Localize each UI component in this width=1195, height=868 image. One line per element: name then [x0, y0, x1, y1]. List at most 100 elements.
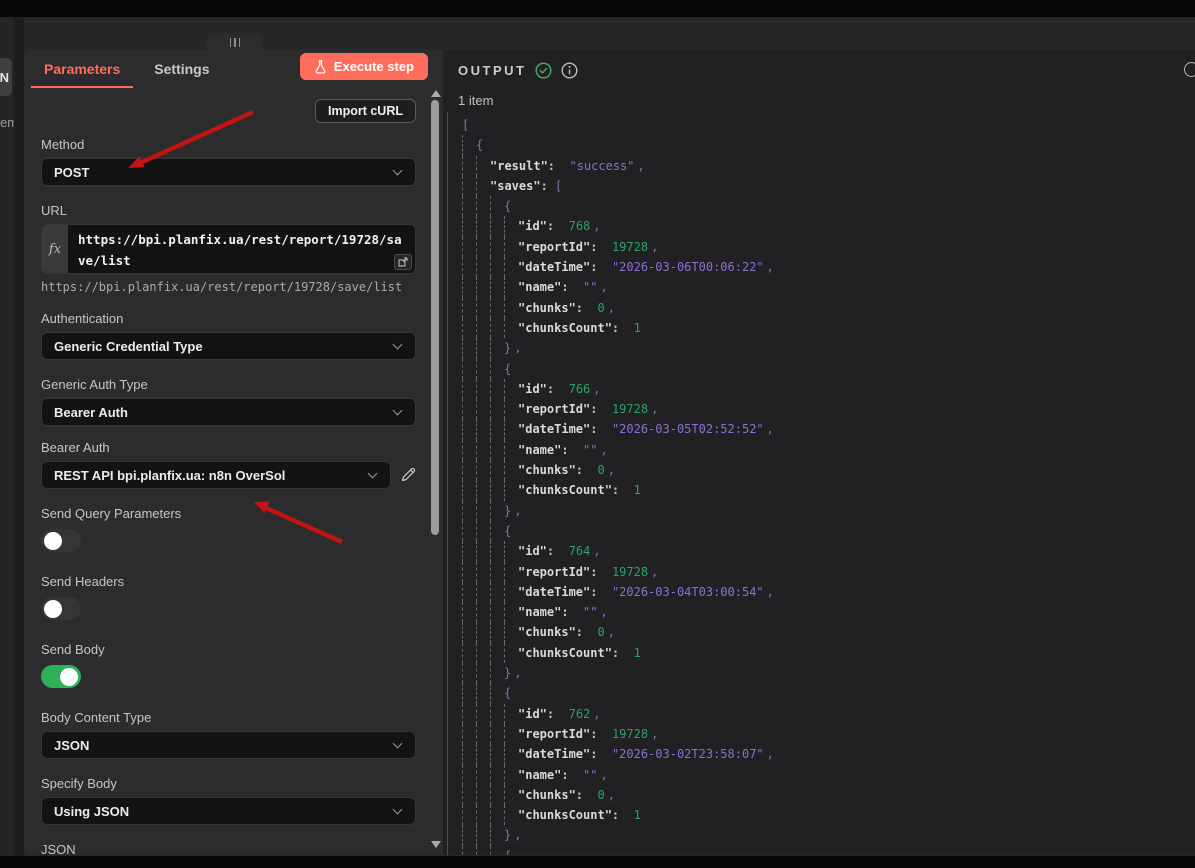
- send-body-toggle[interactable]: [41, 665, 81, 688]
- json-line: {: [462, 359, 1195, 379]
- json-line: "saves": [: [462, 176, 1195, 196]
- json-line: "id": 764,: [462, 541, 1195, 561]
- output-items-count: 1 item: [458, 93, 493, 108]
- json-line: {: [462, 683, 1195, 703]
- json-line: "dateTime": "2026-03-06T00:06:22",: [462, 257, 1195, 277]
- json-line: },: [462, 663, 1195, 683]
- expand-icon: [398, 257, 408, 267]
- info-icon[interactable]: [561, 62, 578, 79]
- send-query-parameters-field: Send Query Parameters: [41, 506, 416, 552]
- json-body-field: JSON: [41, 842, 416, 855]
- json-line: "name": "",: [462, 765, 1195, 785]
- execute-step-button[interactable]: Execute step: [300, 53, 428, 80]
- json-line: },: [462, 338, 1195, 358]
- url-resolved-hint: https://bpi.planfix.ua/rest/report/19728…: [41, 280, 416, 294]
- json-line: "dateTime": "2026-03-02T23:58:07",: [462, 744, 1195, 764]
- specify-body-value: Using JSON: [54, 804, 129, 819]
- specify-body-field: Specify Body Using JSON: [41, 776, 416, 825]
- json-line: "reportId": 19728,: [462, 562, 1195, 582]
- import-curl-button[interactable]: Import cURL: [315, 99, 416, 123]
- url-field: URL fx https://bpi.planfix.ua/rest/repor…: [41, 203, 416, 294]
- node-detail-view: Parameters Settings Execute step Import …: [24, 50, 1195, 855]
- body-content-type-select[interactable]: JSON: [41, 731, 416, 759]
- bearer-auth-value: REST API bpi.planfix.ua: n8n OverSol: [54, 468, 285, 483]
- json-line: "chunksCount": 1: [462, 805, 1195, 825]
- expression-fx-icon[interactable]: fx: [42, 225, 68, 273]
- panel-gap: [14, 17, 24, 856]
- json-line: },: [462, 501, 1195, 521]
- clipped-edge-icon: [1184, 62, 1195, 77]
- expand-editor-button[interactable]: [394, 254, 412, 270]
- input-json-tab-fragment[interactable]: N: [0, 58, 12, 96]
- send-query-parameters-label: Send Query Parameters: [41, 506, 416, 521]
- window-bottom-bar: [0, 856, 1195, 868]
- success-check-icon: [535, 62, 552, 79]
- flask-icon: [314, 60, 327, 74]
- body-content-type-value: JSON: [54, 738, 89, 753]
- method-value: POST: [54, 165, 89, 180]
- json-line: "chunks": 0,: [462, 460, 1195, 480]
- body-content-type-field: Body Content Type JSON: [41, 710, 416, 759]
- scrollbar-thumb[interactable]: [431, 100, 439, 535]
- send-headers-label: Send Headers: [41, 574, 416, 589]
- send-headers-field: Send Headers: [41, 574, 416, 620]
- json-line: "dateTime": "2026-03-04T03:00:54",: [462, 582, 1195, 602]
- json-line: {: [462, 196, 1195, 216]
- output-title: OUTPUT: [458, 63, 526, 78]
- authentication-value: Generic Credential Type: [54, 339, 203, 354]
- specify-body-label: Specify Body: [41, 776, 416, 791]
- json-line: "id": 766,: [462, 379, 1195, 399]
- tab-settings[interactable]: Settings: [137, 50, 226, 88]
- json-line: "reportId": 19728,: [462, 724, 1195, 744]
- generic-auth-type-label: Generic Auth Type: [41, 377, 416, 392]
- output-header: OUTPUT: [458, 62, 578, 79]
- scroll-up-arrow-icon[interactable]: [431, 90, 441, 97]
- json-line: "id": 762,: [462, 704, 1195, 724]
- json-line: {: [462, 135, 1195, 155]
- generic-auth-type-field: Generic Auth Type Bearer Auth: [41, 377, 416, 426]
- method-label: Method: [41, 137, 416, 152]
- execute-step-label: Execute step: [334, 59, 414, 74]
- chevron-down-icon: [393, 166, 403, 176]
- send-body-field: Send Body: [41, 642, 416, 688]
- input-panel-edge: N em: [0, 17, 14, 856]
- json-line: "reportId": 19728,: [462, 399, 1195, 419]
- bearer-auth-field: Bearer Auth REST API bpi.planfix.ua: n8n…: [41, 440, 416, 489]
- output-panel: OUTPUT 1 item [{"result": "success","sav…: [443, 50, 1195, 855]
- authentication-select[interactable]: Generic Credential Type: [41, 332, 416, 360]
- output-json-view[interactable]: [{"result": "success","saves": [{"id": 7…: [447, 112, 1195, 855]
- bearer-auth-label: Bearer Auth: [41, 440, 416, 455]
- url-label: URL: [41, 203, 416, 218]
- json-line: "chunks": 0,: [462, 298, 1195, 318]
- json-line: },: [462, 825, 1195, 845]
- scroll-down-arrow-icon[interactable]: [431, 841, 441, 848]
- json-line: "chunksCount": 1: [462, 643, 1195, 663]
- json-line: [: [462, 115, 1195, 135]
- generic-auth-type-select[interactable]: Bearer Auth: [41, 398, 416, 426]
- method-select[interactable]: POST: [41, 158, 416, 186]
- chevron-down-icon: [393, 739, 403, 749]
- body-content-type-label: Body Content Type: [41, 710, 416, 725]
- json-line: "name": "",: [462, 277, 1195, 297]
- bearer-auth-credential-select[interactable]: REST API bpi.planfix.ua: n8n OverSol: [41, 461, 391, 489]
- url-value[interactable]: https://bpi.planfix.ua/rest/report/19728…: [68, 225, 415, 273]
- generic-auth-type-value: Bearer Auth: [54, 405, 128, 420]
- config-header: Parameters Settings Execute step: [24, 50, 443, 88]
- panel-drag-handle[interactable]: [207, 33, 263, 51]
- json-body-label: JSON: [41, 842, 416, 855]
- edit-credential-pencil-icon[interactable]: [400, 467, 416, 483]
- json-line: "result": "success",: [462, 156, 1195, 176]
- send-query-parameters-toggle[interactable]: [41, 529, 81, 552]
- authentication-label: Authentication: [41, 311, 416, 326]
- json-line: "name": "",: [462, 602, 1195, 622]
- send-headers-toggle[interactable]: [41, 597, 81, 620]
- config-body: Import cURL Method POST URL fx https://b…: [24, 88, 443, 855]
- json-line: {: [462, 846, 1195, 855]
- chevron-down-icon: [393, 805, 403, 815]
- chevron-down-icon: [393, 340, 403, 350]
- specify-body-select[interactable]: Using JSON: [41, 797, 416, 825]
- json-line: "chunks": 0,: [462, 622, 1195, 642]
- url-input[interactable]: fx https://bpi.planfix.ua/rest/report/19…: [41, 224, 416, 274]
- tab-parameters[interactable]: Parameters: [27, 50, 137, 88]
- config-scrollbar[interactable]: [429, 90, 441, 851]
